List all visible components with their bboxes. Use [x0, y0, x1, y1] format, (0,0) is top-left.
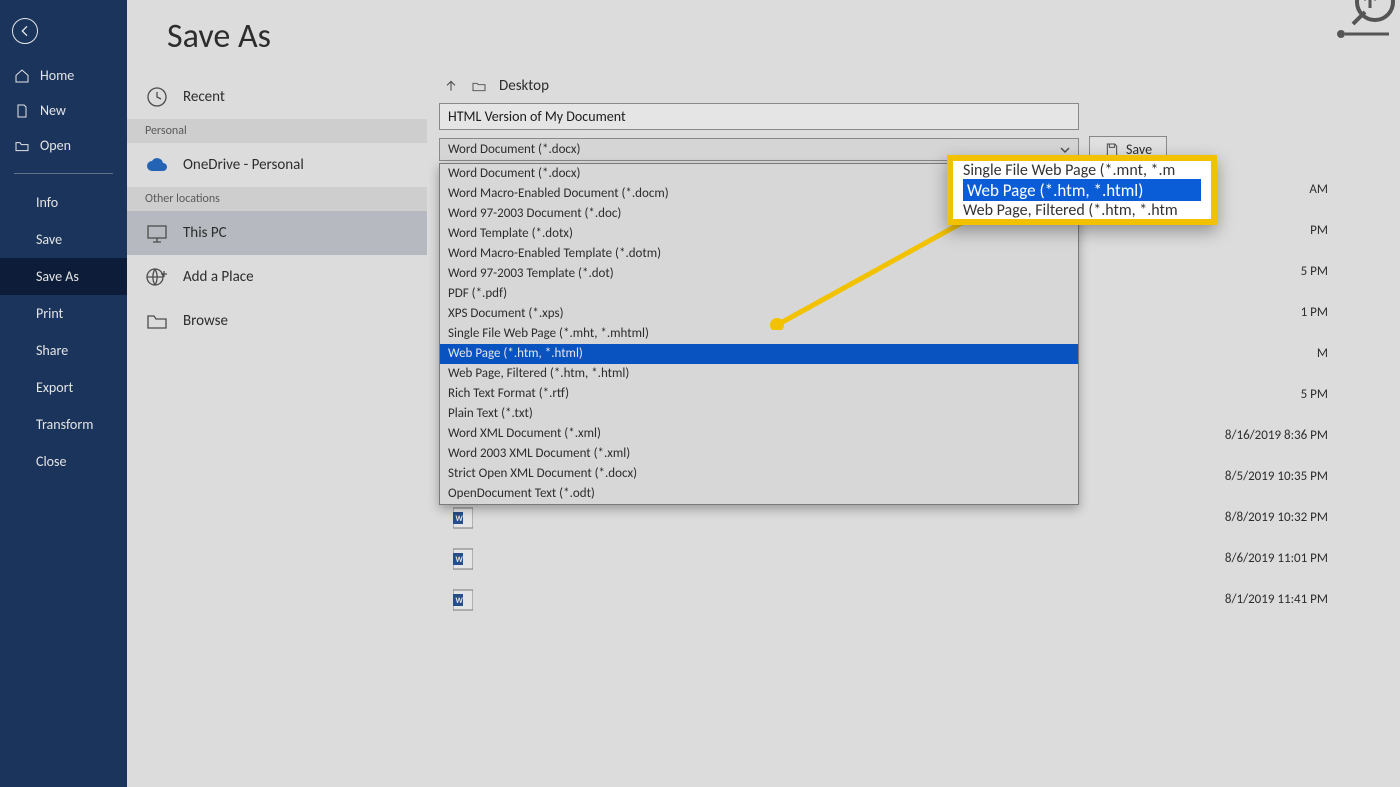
globe-plus-icon	[145, 265, 169, 289]
folder-open-icon	[471, 78, 487, 94]
nav-save[interactable]: Save	[0, 221, 127, 258]
file-date: AM	[1309, 182, 1328, 197]
callout-line-below: Web Page, Filtered (*.htm, *.htm	[963, 201, 1201, 219]
location-label: Add a Place	[183, 268, 254, 286]
file-date: 5 PM	[1301, 264, 1328, 279]
clock-icon	[145, 85, 169, 109]
filename-input[interactable]	[439, 103, 1079, 130]
nav-transform[interactable]: Transform	[0, 406, 127, 443]
location-panel: Recent Personal OneDrive - Personal Othe…	[127, 65, 427, 787]
nav-info[interactable]: Info	[0, 184, 127, 221]
svg-text:W: W	[456, 555, 464, 565]
new-doc-icon	[14, 103, 30, 119]
path-row: Desktop	[439, 73, 1388, 103]
backstage-sidebar: Home New Open Info Save Save As Print Sh…	[0, 0, 127, 787]
nav-label: Open	[40, 137, 71, 154]
word-doc-icon: W	[439, 588, 487, 612]
file-type-option[interactable]: Word XML Document (*.xml)	[440, 424, 1078, 444]
file-type-option[interactable]: OpenDocument Text (*.odt)	[440, 484, 1078, 504]
nav-home[interactable]: Home	[0, 58, 127, 93]
location-add-place[interactable]: Add a Place	[127, 255, 427, 299]
open-folder-icon	[14, 138, 30, 154]
file-date: 8/6/2019 11:01 PM	[1225, 551, 1328, 566]
file-type-option[interactable]: Web Page, Filtered (*.htm, *.html)	[440, 364, 1078, 384]
cloud-icon	[145, 153, 169, 177]
arrow-left-icon	[17, 23, 33, 39]
pc-icon	[145, 221, 169, 245]
file-type-option[interactable]: Single File Web Page (*.mht, *.mhtml)	[440, 324, 1078, 344]
file-date: 1 PM	[1301, 305, 1328, 320]
file-date: PM	[1310, 223, 1328, 238]
nav-label: Save As	[36, 268, 79, 285]
nav-new[interactable]: New	[0, 93, 127, 128]
file-type-option[interactable]: Word Macro-Enabled Template (*.dotm)	[440, 244, 1078, 264]
nav-label: Transform	[36, 416, 93, 433]
nav-label: Print	[36, 305, 63, 322]
file-type-option[interactable]: Strict Open XML Document (*.docx)	[440, 464, 1078, 484]
file-date: 8/5/2019 10:35 PM	[1225, 469, 1328, 484]
section-personal: Personal	[127, 119, 427, 143]
nav-print[interactable]: Print	[0, 295, 127, 332]
section-other: Other locations	[127, 187, 427, 211]
save-panel: Desktop Word Document (*.docx) Save Wor	[427, 65, 1400, 787]
file-type-option[interactable]: XPS Document (*.xps)	[440, 304, 1078, 324]
location-label: OneDrive - Personal	[183, 156, 304, 174]
current-folder: Desktop	[499, 77, 549, 95]
file-type-selected: Word Document (*.docx)	[448, 142, 581, 157]
location-label: Browse	[183, 312, 228, 330]
nav-label: Info	[36, 194, 58, 211]
svg-text:W: W	[456, 514, 464, 524]
file-date: 8/1/2019 11:41 PM	[1225, 592, 1328, 607]
file-type-option[interactable]: Rich Text Format (*.rtf)	[440, 384, 1078, 404]
nav-label: New	[40, 102, 66, 119]
file-row[interactable]: W 8/1/2019 11:41 PM	[439, 579, 1388, 620]
svg-text:W: W	[456, 596, 464, 606]
nav-label: Export	[36, 379, 73, 396]
nav-close[interactable]: Close	[0, 443, 127, 480]
chevron-down-icon	[1060, 145, 1070, 155]
file-row[interactable]: W 8/6/2019 11:01 PM	[439, 538, 1388, 579]
file-date: M	[1317, 346, 1328, 361]
location-browse[interactable]: Browse	[127, 299, 427, 343]
zoom-callout: Single File Web Page (*.mnt, *.m Web Pag…	[947, 155, 1217, 225]
location-label: Recent	[183, 88, 225, 106]
nav-label: Home	[40, 67, 74, 84]
file-type-option[interactable]: Word 97-2003 Template (*.dot)	[440, 264, 1078, 284]
up-arrow-icon[interactable]	[443, 78, 459, 94]
nav-share[interactable]: Share	[0, 332, 127, 369]
file-type-option[interactable]: PDF (*.pdf)	[440, 284, 1078, 304]
file-date: 5 PM	[1301, 387, 1328, 402]
nav-separator	[14, 173, 113, 174]
file-type-option[interactable]: Word Template (*.dotx)	[440, 224, 1078, 244]
location-recent[interactable]: Recent	[127, 75, 427, 119]
file-type-option[interactable]: Web Page (*.htm, *.html)	[440, 344, 1078, 364]
nav-export[interactable]: Export	[0, 369, 127, 406]
home-icon	[14, 68, 30, 84]
nav-open[interactable]: Open	[0, 128, 127, 163]
word-doc-icon: W	[439, 547, 487, 571]
callout-line-selected: Web Page (*.htm, *.html)	[963, 179, 1201, 201]
nav-save-as[interactable]: Save As	[0, 258, 127, 295]
word-doc-icon: W	[439, 506, 487, 530]
content-area: Save As Recent Personal OneDrive - Perso…	[127, 0, 1400, 787]
nav-label: Close	[36, 453, 67, 470]
file-date: 8/16/2019 8:36 PM	[1225, 428, 1328, 443]
file-type-option[interactable]: Plain Text (*.txt)	[440, 404, 1078, 424]
folder-icon	[145, 309, 169, 333]
file-date: 8/8/2019 10:32 PM	[1225, 510, 1328, 525]
back-button[interactable]	[12, 18, 38, 44]
nav-label: Share	[36, 342, 68, 359]
file-type-option[interactable]: Word 2003 XML Document (*.xml)	[440, 444, 1078, 464]
callout-line-above: Single File Web Page (*.mnt, *.m	[963, 161, 1201, 179]
location-this-pc[interactable]: This PC	[127, 211, 427, 255]
page-title: Save As	[127, 0, 1400, 65]
location-label: This PC	[183, 224, 227, 242]
nav-label: Save	[36, 231, 62, 248]
location-onedrive[interactable]: OneDrive - Personal	[127, 143, 427, 187]
